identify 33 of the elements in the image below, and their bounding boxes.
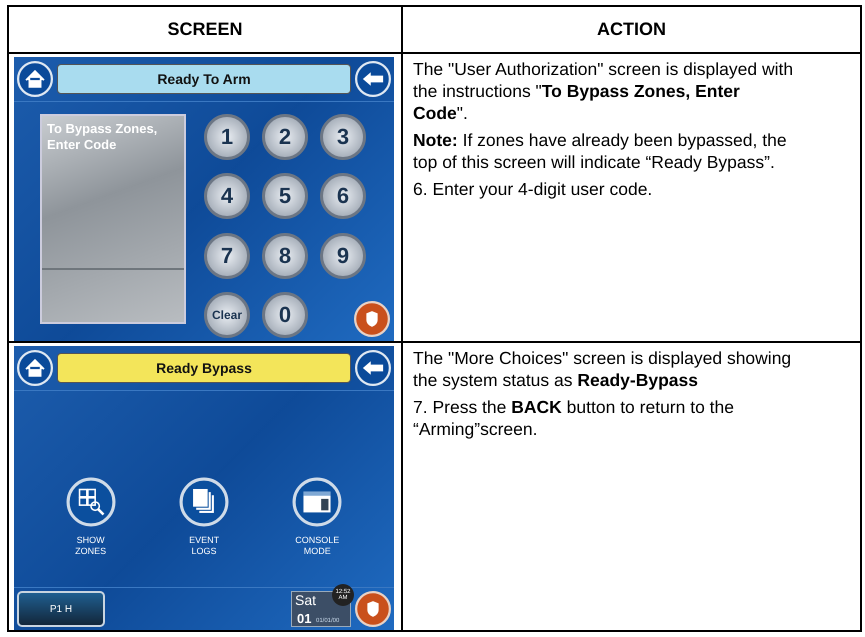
keypad-key[interactable]: 3 [320, 114, 366, 160]
keypad-key[interactable]: 1 [204, 114, 250, 160]
documents-icon[interactable] [178, 477, 229, 528]
instruction-text: 7. Press the BACK button to return to the “Arming”screen. [413, 396, 736, 440]
option-label: EVENT LOGS [189, 535, 219, 557]
status-banner: Ready To Arm [57, 64, 351, 94]
keypad-key[interactable]: Clear [204, 292, 250, 338]
keypad-key[interactable]: 9 [320, 232, 366, 278]
keypad-key[interactable]: 4 [204, 173, 250, 220]
shield-icon[interactable] [354, 301, 390, 337]
instruction-text: 6. Enter your 4-digit user code. [413, 178, 654, 200]
keypad-key[interactable]: 8 [262, 232, 308, 278]
day-number: 01 [297, 611, 312, 626]
keypad-key[interactable]: 0 [262, 292, 308, 338]
option-label: SHOW ZONES [75, 535, 106, 557]
keypad-key[interactable]: 7 [204, 232, 250, 278]
keypad-window-icon[interactable] [292, 477, 342, 528]
shield-icon[interactable] [355, 591, 391, 627]
grid-magnifier-icon[interactable] [66, 477, 116, 528]
instruction-text: Note: If zones have already been bypassed, the top of this screen will indicate “Ready Bypass”. [413, 129, 788, 173]
prompt-text: To Bypass Zones, Enter Code [46, 120, 158, 154]
keypad-key[interactable]: 6 [320, 173, 366, 220]
keypad-key[interactable]: 5 [262, 173, 308, 220]
option-label: CONSOLE MODE [295, 535, 340, 557]
home-icon[interactable] [17, 61, 53, 97]
status-banner: Ready Bypass [57, 353, 351, 383]
day-text: Sat [295, 592, 316, 608]
partition-button[interactable]: P1 H [17, 591, 105, 627]
instruction-text: The "User Authorization" screen is displayed with the instructions "To Bypass Zones, Enter Code". [413, 58, 794, 124]
home-icon[interactable] [17, 350, 53, 386]
keypad-key[interactable]: 2 [262, 114, 308, 160]
column-header: ACTION [596, 18, 667, 41]
column-header: SCREEN [9, 7, 403, 52]
